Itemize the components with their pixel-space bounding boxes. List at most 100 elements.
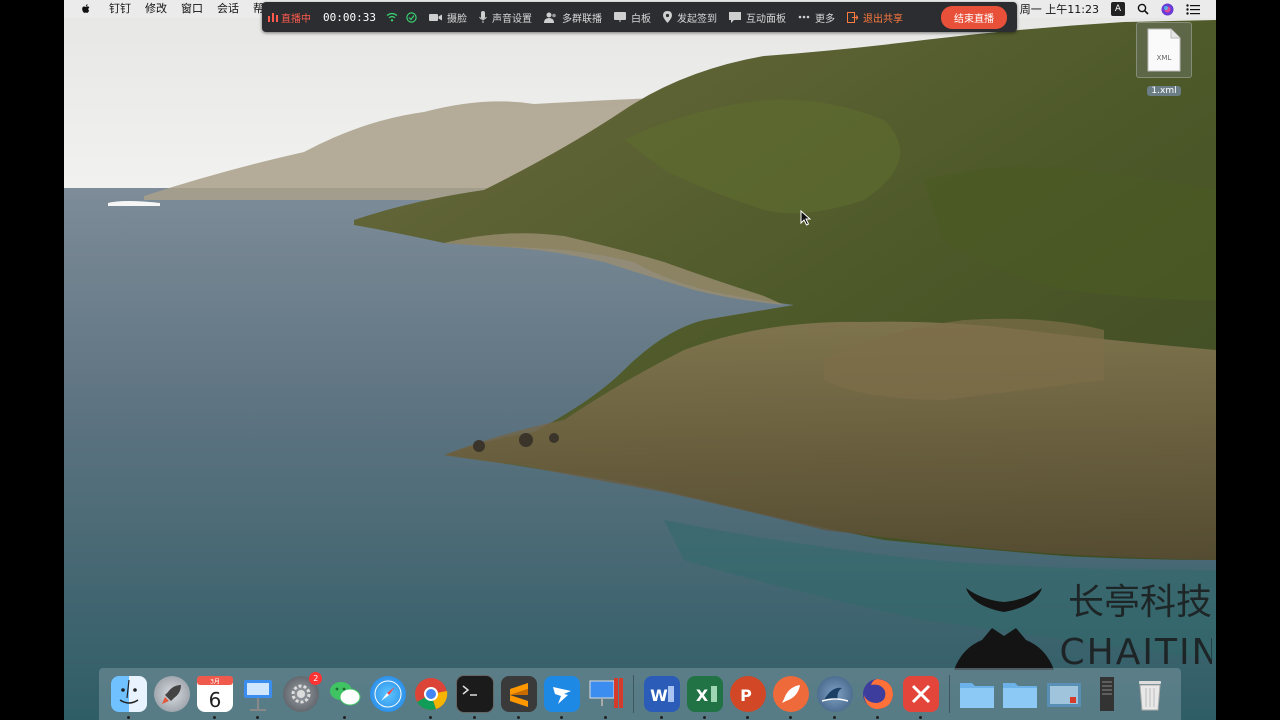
dock-wireshark[interactable] — [816, 676, 853, 719]
interaction-panel-button[interactable]: 互动面板 — [728, 10, 786, 25]
svg-text:P: P — [740, 686, 752, 705]
menu-window[interactable]: 窗口 — [174, 0, 210, 18]
camera-button[interactable]: 摄脸 — [428, 10, 467, 25]
dock-trash[interactable] — [1132, 676, 1168, 712]
desktop-screen: 钉钉 修改 窗口 会话 帮 周一 上午11:23 A 直播中 00:00:33 … — [64, 0, 1216, 720]
running-indicator — [212, 716, 216, 719]
dock-separator — [948, 675, 950, 713]
image-stack-icon — [1046, 683, 1081, 707]
whiteboard-icon — [613, 12, 626, 22]
dock-system-preferences[interactable]: 2 — [283, 672, 323, 712]
svg-text:X: X — [696, 686, 709, 705]
camera-icon — [428, 13, 442, 21]
chat-bubble-icon — [728, 11, 741, 23]
folder-icon — [1003, 683, 1038, 708]
end-live-button[interactable]: 结束直播 — [941, 5, 1007, 29]
running-indicator — [875, 716, 879, 719]
running-indicator — [342, 716, 346, 719]
mouse-pointer-icon — [800, 210, 811, 226]
word-icon: W — [650, 686, 674, 705]
dock-powerpoint[interactable]: P — [730, 676, 767, 719]
menu-dingtalk[interactable]: 钉钉 — [102, 0, 138, 18]
desktop-file-xml[interactable]: XML 1.xml — [1136, 22, 1192, 97]
check-in-button[interactable]: 发起签到 — [662, 10, 717, 25]
dock-screen-share[interactable] — [588, 676, 624, 719]
calendar-icon: 3月 6 — [196, 676, 233, 712]
powerpoint-icon: P — [740, 686, 752, 705]
chrome-icon — [414, 678, 448, 710]
dock-word[interactable]: W — [643, 676, 680, 719]
document-stack-icon — [1099, 677, 1114, 711]
whiteboard-label: 白板 — [630, 13, 651, 25]
dock-chrome[interactable] — [413, 676, 449, 719]
running-indicator — [659, 716, 663, 719]
excel-icon: X — [696, 686, 718, 705]
live-bars-icon — [268, 13, 278, 22]
dock-paw[interactable] — [773, 676, 810, 719]
more-label: 更多 — [814, 13, 835, 25]
spotlight-icon[interactable] — [1137, 3, 1149, 15]
dock-firefox[interactable] — [860, 676, 896, 719]
feather-icon — [782, 685, 801, 703]
input-method-indicator[interactable]: A — [1111, 2, 1125, 16]
dock-downloads-stack[interactable] — [1089, 676, 1125, 712]
running-indicator — [126, 716, 130, 719]
multi-group-broadcast-button[interactable]: 多群联播 — [543, 10, 602, 25]
dock-wechat[interactable] — [327, 676, 363, 719]
running-indicator — [560, 716, 564, 719]
siri-icon[interactable] — [1161, 3, 1174, 16]
trash-icon — [1138, 681, 1161, 711]
exit-share-button[interactable]: 退出共享 — [846, 10, 903, 25]
menubar-clock[interactable]: 周一 上午11:23 — [1020, 1, 1099, 17]
live-status-label: 直播中 — [281, 13, 311, 25]
dock-safari[interactable] — [369, 676, 406, 712]
dock-screenshot-stack[interactable] — [1046, 676, 1082, 712]
running-indicator — [918, 716, 922, 719]
dock-terminal[interactable] — [456, 675, 495, 719]
xml-file-icon: XML — [1147, 28, 1181, 72]
dock-sublime-text[interactable] — [501, 676, 538, 719]
interaction-panel-label: 互动面板 — [745, 13, 786, 25]
live-stream-toolbar: 直播中 00:00:33 摄脸 声音设置 多群联播 白板 发起签到 互动面板 更… — [262, 2, 1017, 32]
multi-group-broadcast-label: 多群联播 — [561, 13, 602, 25]
compass-icon — [374, 680, 402, 708]
whiteboard-button[interactable]: 白板 — [613, 10, 651, 25]
dock-launchpad[interactable] — [153, 676, 190, 712]
audio-settings-label: 声音设置 — [491, 13, 532, 25]
wechat-icon — [329, 682, 361, 706]
live-elapsed-time: 00:00:33 — [323, 10, 376, 24]
svg-text:W: W — [650, 686, 668, 705]
finder-icon — [119, 679, 139, 704]
dock-dingtalk[interactable] — [544, 676, 581, 719]
file-thumbnail: XML — [1136, 22, 1192, 78]
running-indicator — [473, 716, 477, 719]
watermark-text-cn: 长亭科技 — [1068, 582, 1212, 623]
audio-settings-button[interactable]: 声音设置 — [479, 10, 532, 25]
dock-keynote[interactable] — [240, 676, 276, 719]
microphone-icon — [479, 11, 487, 23]
chaitin-logo: 长亭科技 CHAITIN — [954, 582, 1216, 673]
dock-xmind[interactable] — [902, 676, 939, 719]
apple-icon[interactable] — [80, 3, 92, 15]
dock-folder-documents[interactable] — [1002, 676, 1038, 712]
screen-share-icon — [589, 678, 623, 708]
group-users-icon — [543, 12, 556, 23]
exit-share-label: 退出共享 — [862, 13, 903, 25]
check-in-label: 发起签到 — [676, 13, 717, 25]
rocket-icon — [161, 685, 181, 704]
dock-separator — [633, 675, 635, 713]
dock-excel[interactable]: X — [687, 676, 724, 719]
watermark-text-en: CHAITIN — [1060, 632, 1213, 670]
running-indicator — [832, 716, 836, 719]
more-button[interactable]: 更多 — [798, 10, 835, 25]
menu-edit[interactable]: 修改 — [138, 0, 174, 18]
menu-session[interactable]: 会话 — [210, 0, 246, 18]
dock-finder[interactable] — [110, 676, 147, 719]
dock-folder-applications[interactable] — [959, 676, 995, 712]
running-indicator — [703, 716, 707, 719]
dock-calendar[interactable]: 3月 6 — [196, 676, 233, 719]
running-indicator — [746, 716, 750, 719]
notification-center-icon[interactable] — [1186, 3, 1200, 15]
running-indicator — [256, 716, 260, 719]
exit-icon — [846, 11, 858, 23]
